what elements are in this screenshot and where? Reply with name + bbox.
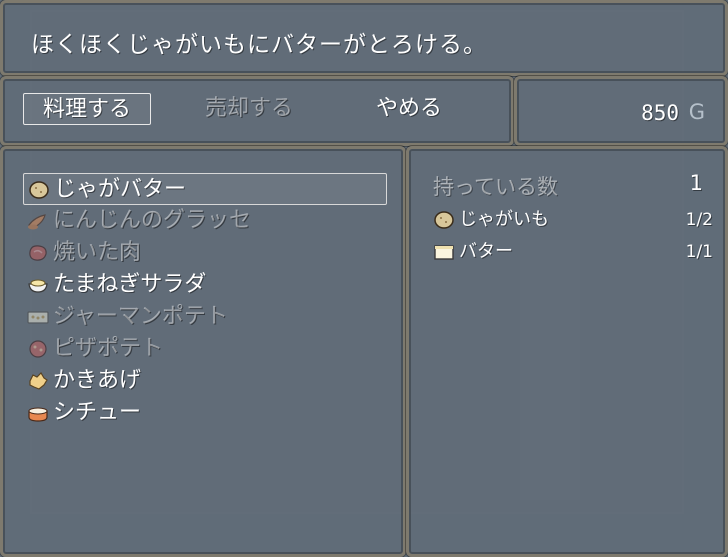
message-text: ほくほくじゃがいもにバターがとろける。 [31, 32, 487, 58]
recipe-label: かきあげ [53, 368, 142, 393]
stew-icon [28, 407, 48, 422]
owned-count-label: 持っている数 [433, 175, 558, 199]
ingredient-row: バター 1/1 [433, 237, 713, 267]
sell-command[interactable]: 売却する [185, 93, 313, 125]
owned-count-value: 1 [689, 171, 703, 195]
carrot-icon [28, 214, 46, 230]
ingredient-row: じゃがいも 1/2 [433, 205, 713, 235]
recipe-item[interactable]: シチュー [23, 397, 387, 429]
ingredient-label: バター [459, 241, 513, 262]
recipe-label: じゃがバター [54, 177, 187, 202]
gold-window: 850 G [514, 76, 728, 146]
recipe-label: ピザポテト [53, 336, 164, 361]
recipe-label: たまねぎサラダ [53, 272, 207, 297]
ingredient-count: 1/1 [685, 242, 713, 262]
pizza-potato-icon [29, 340, 47, 358]
command-window: 料理する 売却する やめる [0, 76, 514, 146]
recipe-item[interactable]: たまねぎサラダ [23, 269, 387, 301]
gold-amount: 850 [641, 101, 679, 125]
recipe-label: ジャーマンポテト [53, 304, 228, 329]
ingredient-count: 1/2 [685, 210, 713, 230]
cook-command[interactable]: 料理する [23, 93, 151, 125]
recipe-detail-window: 持っている数 1 じゃがいも 1/2 バター 1/1 [406, 146, 728, 557]
meat-icon [29, 245, 47, 261]
recipe-label: 焼いた肉 [53, 240, 142, 265]
recipe-item[interactable]: 焼いた肉 [23, 237, 387, 269]
recipe-item[interactable]: ピザポテト [23, 333, 387, 365]
potato-icon [29, 181, 49, 199]
recipe-list-window: じゃがバター にんじんのグラッセ 焼いた肉 たまねぎサラダ ジャーマンポテト ピ… [0, 146, 406, 557]
recipe-item[interactable]: かきあげ [23, 365, 387, 397]
potato-icon [434, 211, 454, 229]
recipe-item[interactable]: ジャーマンポテト [23, 301, 387, 333]
ingredient-label: じゃがいも [459, 209, 549, 230]
message-window: ほくほくじゃがいもにバターがとろける。 [0, 0, 728, 76]
recipe-label: シチュー [53, 400, 142, 425]
recipe-item[interactable]: にんじんのグラッセ [23, 205, 387, 237]
salad-bowl-icon [28, 279, 48, 293]
recipe-label: にんじんのグラッセ [53, 208, 252, 233]
gold-unit: G [688, 100, 705, 124]
quit-command[interactable]: やめる [345, 93, 473, 125]
kakiage-icon [29, 372, 48, 390]
butter-icon [434, 245, 454, 260]
recipe-item[interactable]: じゃがバター [23, 173, 387, 205]
german-potato-icon [27, 311, 49, 324]
